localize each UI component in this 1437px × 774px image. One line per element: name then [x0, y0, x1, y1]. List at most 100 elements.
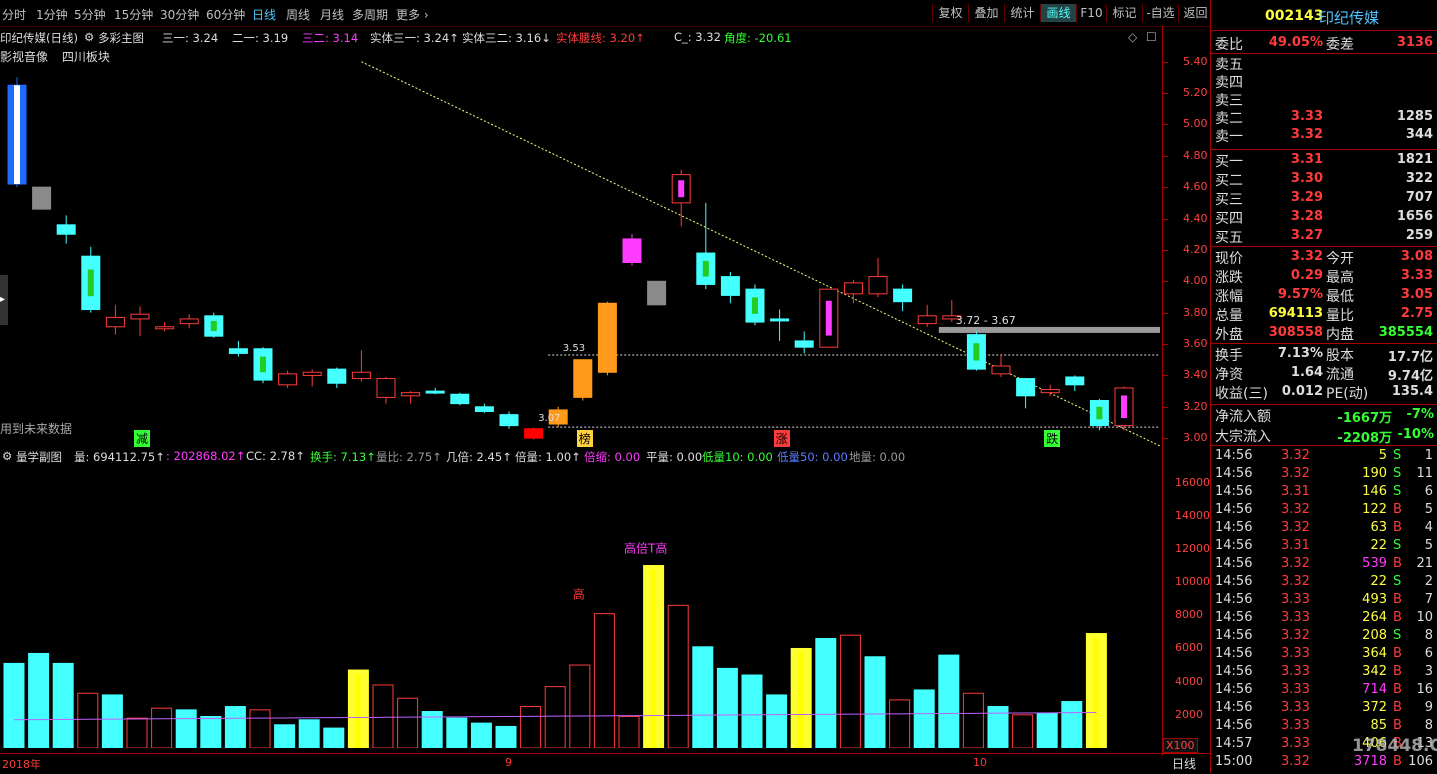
candle-body[interactable] [376, 378, 396, 398]
period-tab[interactable]: 月线 [320, 6, 344, 23]
candle-body[interactable] [351, 371, 371, 380]
signal-marker[interactable]: 榜 [576, 430, 593, 447]
volume-bar[interactable] [249, 709, 271, 748]
volume-bar[interactable] [1012, 714, 1034, 748]
volume-bar[interactable] [52, 662, 74, 748]
volume-bar[interactable] [864, 656, 886, 748]
toolbar-button[interactable]: 返回 [1178, 4, 1212, 22]
date-axis-period[interactable]: 日线 [1172, 755, 1196, 772]
candle-body[interactable] [893, 288, 913, 303]
candle-body[interactable] [597, 302, 617, 373]
volume-bar[interactable] [298, 719, 320, 748]
toolbar-button[interactable]: 画线 [1040, 4, 1076, 22]
candle-body[interactable] [228, 348, 248, 354]
toolbar-button[interactable]: 叠加 [968, 4, 1004, 22]
toolbar-button[interactable]: 统计 [1004, 4, 1040, 22]
candle-body[interactable] [32, 186, 52, 210]
candle-body[interactable] [179, 318, 199, 325]
volume-bar[interactable] [77, 692, 99, 748]
toolbar-button[interactable]: 复权 [932, 4, 968, 22]
toolbar-button[interactable]: 标记 [1106, 4, 1142, 22]
signal-marker[interactable]: 跌 [1044, 430, 1061, 447]
volume-bar[interactable] [101, 694, 123, 748]
candle-body[interactable] [425, 390, 445, 394]
volume-bar[interactable] [962, 692, 984, 748]
candle-body[interactable] [302, 371, 322, 376]
volume-bar[interactable] [372, 684, 394, 748]
volume-bar[interactable] [28, 652, 50, 748]
volume-indicator-name[interactable]: 量学副图 [16, 449, 62, 465]
period-tab[interactable]: 周线 [286, 6, 310, 23]
signal-marker[interactable]: 涨 [773, 430, 790, 447]
volume-bar[interactable] [224, 706, 246, 748]
period-tab[interactable]: 60分钟 [206, 6, 245, 23]
candle-body[interactable] [105, 316, 125, 328]
candle-body[interactable] [56, 224, 76, 235]
candle-body[interactable] [499, 414, 519, 427]
volume-bar[interactable] [593, 613, 615, 748]
volume-bar[interactable] [716, 667, 738, 748]
volume-bar[interactable] [470, 722, 492, 748]
main-indicator-name[interactable]: 多彩主图 [98, 30, 144, 46]
volume-bar[interactable] [667, 604, 689, 748]
volume-bar[interactable] [741, 674, 763, 748]
candle-body[interactable] [647, 280, 667, 306]
candle-body[interactable] [917, 315, 937, 325]
period-tab[interactable]: 15分钟 [114, 6, 153, 23]
period-tab[interactable]: 30分钟 [160, 6, 199, 23]
volume-bar[interactable] [126, 717, 148, 748]
candle-body[interactable] [1065, 376, 1085, 386]
volume-bar[interactable] [913, 689, 935, 748]
volume-bar[interactable] [815, 638, 837, 748]
volume-bar[interactable] [766, 694, 788, 748]
expand-icon[interactable]: ◇ [1128, 30, 1137, 44]
volume-bar[interactable] [151, 707, 173, 748]
candle-body[interactable] [450, 393, 470, 405]
candlestick-chart[interactable]: 3.72 - 3.67←2.873.533.07 [0, 46, 1162, 446]
volume-bar[interactable] [569, 664, 591, 748]
period-tab[interactable]: 更多 › [396, 6, 429, 23]
period-tab[interactable]: 日线 [252, 6, 276, 23]
gear-icon[interactable]: ⚙ [2, 449, 12, 463]
candle-body[interactable] [794, 340, 814, 348]
volume-bar[interactable] [618, 715, 640, 748]
candle-body[interactable] [770, 318, 790, 322]
volume-bar[interactable] [397, 697, 419, 748]
volume-bar[interactable] [520, 706, 542, 748]
volume-bar[interactable] [323, 727, 345, 748]
candle-body[interactable] [991, 365, 1011, 375]
period-tab[interactable]: 1分钟 [36, 6, 68, 23]
volume-bar[interactable] [274, 724, 296, 748]
candle-body[interactable] [474, 406, 494, 412]
candle-body[interactable] [278, 373, 298, 386]
toolbar-button[interactable]: F10 [1076, 4, 1106, 22]
candle-body[interactable] [868, 276, 888, 295]
volume-bar[interactable] [692, 646, 714, 748]
signal-marker[interactable]: 减 [134, 430, 151, 447]
volume-chart[interactable]: 高 高倍T高 [0, 466, 1162, 748]
gear-icon[interactable]: ⚙ [84, 30, 94, 44]
volume-bar[interactable] [839, 634, 861, 748]
candle-body[interactable] [1040, 389, 1060, 394]
period-tab[interactable]: 多周期 [352, 6, 388, 23]
candle-body[interactable] [622, 238, 642, 263]
close-icon[interactable]: ☐ [1146, 30, 1157, 44]
volume-bar[interactable] [889, 699, 911, 748]
volume-bar[interactable] [446, 717, 468, 748]
candle-body[interactable] [155, 326, 175, 330]
candle-body[interactable] [401, 392, 421, 397]
volume-bar[interactable] [200, 715, 222, 748]
volume-bar[interactable] [1061, 701, 1083, 748]
period-tab[interactable]: 5分钟 [74, 6, 106, 23]
candle-body[interactable] [1016, 378, 1036, 397]
toolbar-button[interactable]: -自选 [1142, 4, 1178, 22]
volume-bar[interactable] [495, 725, 517, 748]
candle-body[interactable] [573, 359, 593, 398]
volume-bar[interactable] [938, 654, 960, 748]
candle-body[interactable] [843, 282, 863, 295]
candle-body[interactable] [130, 313, 150, 320]
volume-bar[interactable] [1036, 712, 1058, 748]
volume-bar[interactable] [175, 709, 197, 748]
period-tab[interactable]: 分时 [2, 6, 26, 23]
volume-bar[interactable] [544, 686, 566, 748]
